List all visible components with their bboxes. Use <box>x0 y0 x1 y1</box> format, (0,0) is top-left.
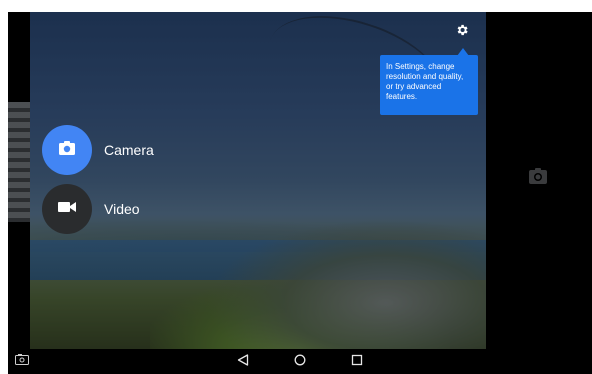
recents-square-icon <box>351 353 363 371</box>
camera-mode-label: Camera <box>104 142 154 158</box>
edge-strip <box>8 102 30 222</box>
screenshot-icon <box>15 352 29 370</box>
videocam-icon <box>58 200 76 218</box>
tooltip-text: In Settings, change resolution and quali… <box>386 62 464 101</box>
recents-button[interactable] <box>347 352 367 372</box>
camera-mode-option[interactable]: Camera <box>42 124 154 176</box>
side-shutter-button[interactable] <box>528 167 548 190</box>
home-button[interactable] <box>290 352 310 372</box>
settings-button[interactable] <box>454 24 470 40</box>
video-mode-label: Video <box>104 201 140 217</box>
back-triangle-icon <box>237 353 249 371</box>
device-screen: Camera Video In Settings, change resolut… <box>8 12 592 374</box>
camera-icon <box>58 140 76 161</box>
navigation-bar <box>8 350 592 374</box>
video-mode-option[interactable]: Video <box>42 183 140 235</box>
home-circle-icon <box>294 353 306 371</box>
gear-icon <box>455 23 469 42</box>
screenshot-button[interactable] <box>14 354 30 368</box>
camera-icon <box>528 167 548 190</box>
back-button[interactable] <box>233 352 253 372</box>
camera-mode-button[interactable] <box>42 125 92 175</box>
video-mode-button[interactable] <box>42 184 92 234</box>
settings-tooltip[interactable]: In Settings, change resolution and quali… <box>380 55 478 115</box>
